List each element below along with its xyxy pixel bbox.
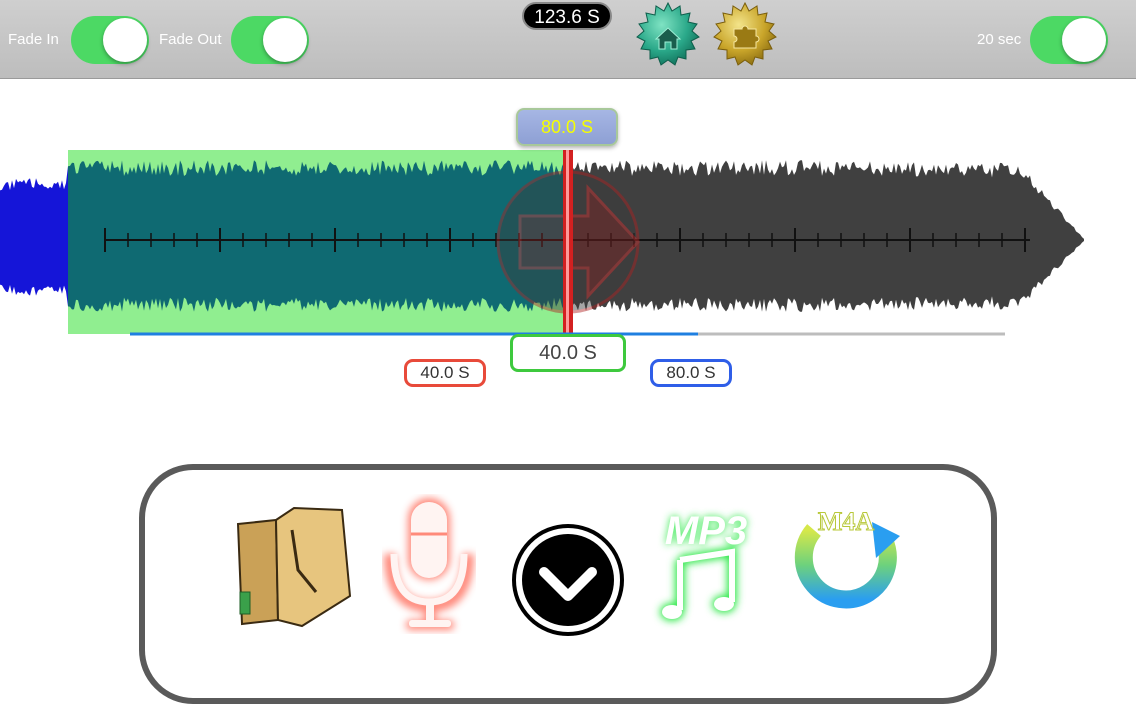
duration-20sec-label: 20 sec [977,31,1022,48]
fade-in-label: Fade In [8,31,59,48]
toggle-knob [103,18,147,62]
top-toolbar: Fade In Fade Out 123.6 S 20 sec [0,0,1136,79]
waveform-after-selection [566,160,1084,312]
selection-end-button[interactable]: 80.0 S [650,359,732,387]
folder-icon[interactable] [232,500,352,635]
duration-20sec-toggle[interactable] [1030,16,1108,64]
chevron-down-icon[interactable] [510,522,626,643]
microphone-icon[interactable] [376,494,486,639]
playhead-highlight [566,150,569,334]
m4a-text: M4A [818,507,875,536]
playhead-position-label: 80.0 S [516,108,618,146]
fade-out-toggle[interactable] [231,16,309,64]
fade-out-label: Fade Out [159,31,222,48]
fade-in-toggle[interactable] [71,16,149,64]
toggle-knob [1062,18,1106,62]
duration-display: 123.6 S [522,2,612,30]
mp3-text: MP3 [665,509,747,553]
selection-length-label: 40.0 S [510,334,626,372]
home-badge-icon[interactable] [635,1,701,68]
selection-start-button[interactable]: 40.0 S [404,359,486,387]
waveform-selected [68,160,566,312]
m4a-convert-icon[interactable]: M4A [784,500,914,630]
toggle-knob [263,18,307,62]
puzzle-badge-icon[interactable] [712,1,778,68]
mp3-convert-icon[interactable]: MP3 MP3 [650,500,762,635]
